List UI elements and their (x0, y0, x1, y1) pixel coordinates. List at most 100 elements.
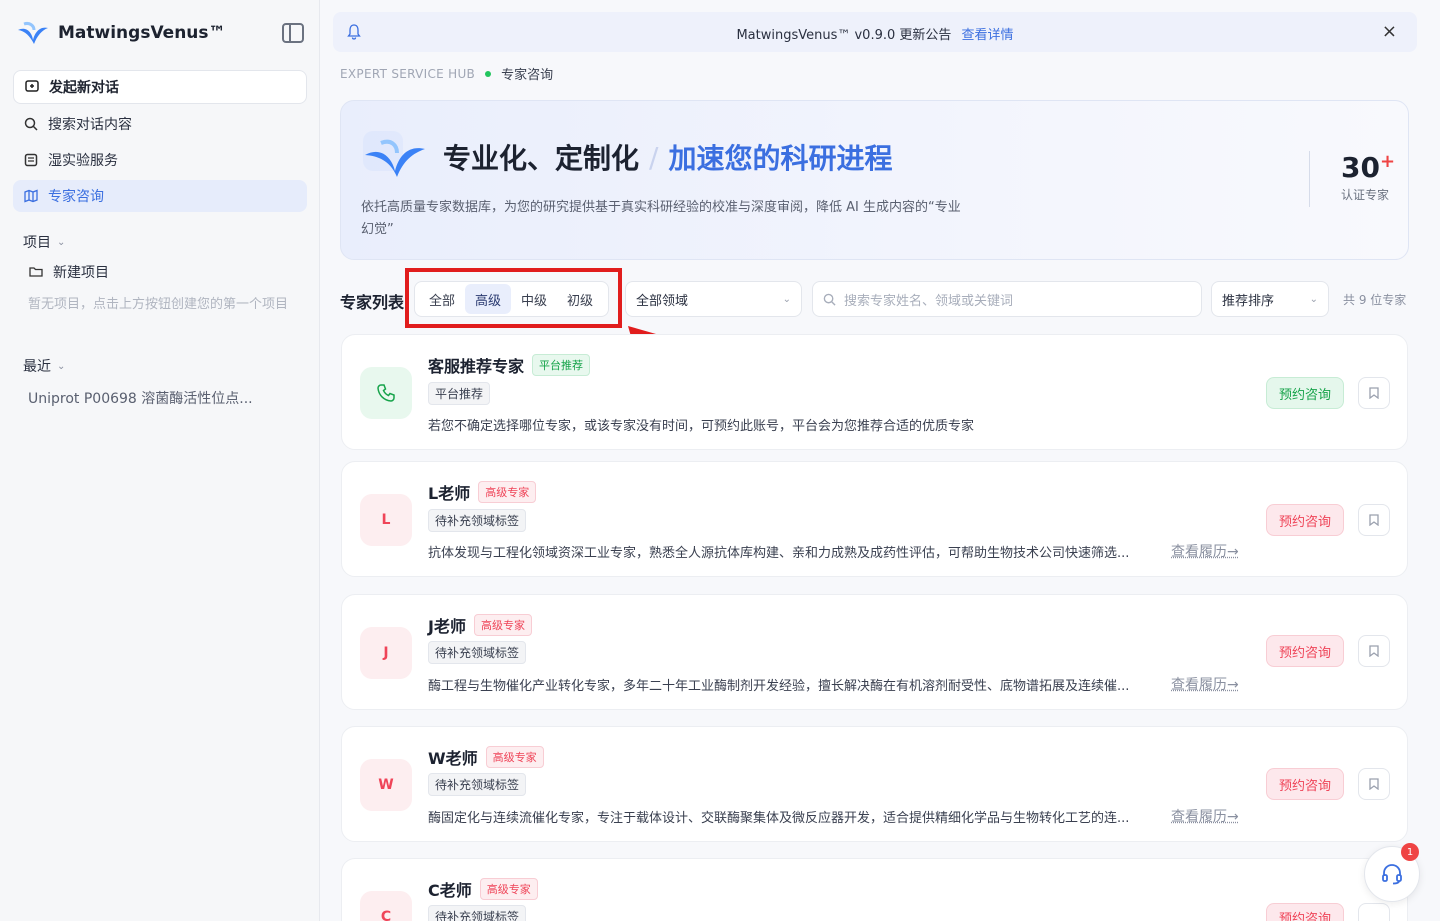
book-consultation-button[interactable]: 预约咨询 (1266, 504, 1344, 536)
folder-add-icon (29, 265, 43, 279)
banner-details-link[interactable]: 查看详情 (962, 28, 1014, 43)
expert-name: 客服推荐专家 (428, 353, 524, 377)
avatar: J (360, 627, 412, 679)
stat-number: 30 (1341, 151, 1380, 184)
new-project-button[interactable]: 新建项目 (13, 256, 307, 288)
search-input[interactable]: 搜索专家姓名、领域或关键词 (812, 281, 1202, 317)
brand[interactable]: MatwingsVenus™ (16, 18, 226, 48)
sort-select[interactable]: 推荐排序 ⌄ (1211, 281, 1329, 317)
sidebar-item-label: 搜索对话内容 (48, 114, 132, 134)
new-chat-label: 发起新对话 (49, 77, 119, 97)
view-resume-link[interactable]: 查看履历→ (1171, 541, 1239, 561)
expert-card[interactable]: J J老师 高级专家 待补充领域标签 酶工程与生物催化产业转化专家，多年二十年工… (341, 594, 1408, 710)
bookmark-icon (1369, 778, 1379, 790)
new-project-label: 新建项目 (53, 262, 109, 282)
expert-tag: 待补充领域标签 (428, 905, 526, 921)
expert-badge: 平台推荐 (532, 354, 590, 376)
expert-badge: 高级专家 (480, 878, 538, 900)
breadcrumb-current: 专家咨询 (501, 64, 553, 83)
expert-description: 若您不确定选择哪位专家，或该专家没有时间，可预约此账号，平台会为您推荐合适的优质… (428, 415, 974, 434)
expert-tag: 待补充领域标签 (428, 641, 526, 664)
expert-badge: 高级专家 (486, 746, 544, 768)
book-consultation-button[interactable]: 预约咨询 (1266, 768, 1344, 800)
book-consultation-button[interactable]: 预约咨询 (1266, 377, 1344, 409)
breadcrumb-root[interactable]: EXPERT SERVICE HUB (340, 67, 475, 81)
brand-logo-icon (16, 18, 50, 48)
bookmark-button[interactable] (1358, 768, 1390, 800)
brand-name: MatwingsVenus™ (58, 23, 226, 43)
expert-stat: 30+ 认证专家 (1341, 151, 1395, 203)
bookmark-icon (1369, 514, 1379, 526)
hero-accent: 加速您的科研进程 (668, 137, 892, 177)
expert-name: J老师 (428, 613, 466, 637)
expert-tag: 待补充领域标签 (428, 773, 526, 796)
recent-item[interactable]: Uniprot P00698 溶菌酶活性位点... (28, 388, 253, 408)
breadcrumb-dot (485, 71, 491, 77)
expert-name: L老师 (428, 480, 470, 504)
expert-tag: 平台推荐 (428, 382, 490, 405)
avatar: W (360, 759, 412, 811)
recent-section-title[interactable]: 最近 ⌄ (23, 356, 65, 376)
expert-list-title: 专家列表 (340, 289, 404, 313)
stat-label: 认证专家 (1341, 186, 1395, 203)
expert-badge: 高级专家 (478, 481, 536, 503)
map-icon (24, 189, 38, 203)
expert-name: C老师 (428, 877, 472, 901)
search-icon (24, 117, 38, 131)
highlight-annotation-box (405, 268, 622, 328)
collapse-sidebar-icon[interactable] (282, 23, 304, 43)
breadcrumb: EXPERT SERVICE HUB 专家咨询 (340, 64, 553, 83)
expert-name: W老师 (428, 745, 478, 769)
domain-select[interactable]: 全部领域 ⌄ (625, 281, 802, 317)
avatar: C (360, 891, 412, 921)
sidebar-item-search[interactable]: 搜索对话内容 (13, 108, 307, 140)
chevron-down-icon: ⌄ (57, 361, 65, 372)
sidebar-item-wet-lab[interactable]: 湿实验服务 (13, 144, 307, 176)
notification-badge: 1 (1401, 843, 1419, 861)
hero-title: 专业化、定制化 / 加速您的科研进程 (443, 137, 892, 177)
banner-text: MatwingsVenus™ v0.9.0 更新公告 (736, 28, 951, 43)
expert-description: 酶固定化与连续流催化专家，专注于载体设计、交联酶聚集体及微反应器开发，适合提供精… (428, 807, 1129, 826)
hero-divider (1309, 151, 1310, 207)
expert-description: 酶工程与生物催化产业转化专家，多年二十年工业酶制剂开发经验，擅长解决酶在有机溶剂… (428, 675, 1129, 694)
search-icon (823, 293, 836, 306)
chevron-down-icon: ⌄ (57, 237, 65, 248)
bookmark-button[interactable] (1358, 635, 1390, 667)
search-placeholder: 搜索专家姓名、领域或关键词 (844, 290, 1013, 309)
expert-card[interactable]: W W老师 高级专家 待补充领域标签 酶固定化与连续流催化专家，专注于载体设计、… (341, 726, 1408, 842)
projects-empty-hint: 暂无项目，点击上方按钮创建您的第一个项目 (28, 294, 303, 315)
book-consultation-button[interactable]: 预约咨询 (1266, 903, 1344, 921)
hero-card: 专业化、定制化 / 加速您的科研进程 依托高质量专家数据库，为您的研究提供基于真… (340, 100, 1409, 260)
hero-description: 依托高质量专家数据库，为您的研究提供基于真实科研经验的校准与深度审阅，降低 AI… (361, 197, 961, 241)
bookmark-button[interactable] (1358, 903, 1390, 921)
headset-icon (1380, 862, 1404, 886)
phone-icon (376, 383, 396, 403)
projects-section-title[interactable]: 项目 ⌄ (23, 232, 65, 252)
document-icon (24, 153, 38, 167)
expert-card[interactable]: 客服推荐专家 平台推荐 平台推荐 若您不确定选择哪位专家，或该专家没有时间，可预… (341, 334, 1408, 450)
close-icon[interactable]: × (1382, 21, 1397, 42)
expert-count: 共 9 位专家 (1343, 291, 1406, 308)
bookmark-icon (1369, 387, 1379, 399)
expert-card[interactable]: L L老师 高级专家 待补充领域标签 抗体发现与工程化领域资深工业专家，熟悉全人… (341, 461, 1408, 577)
update-banner: MatwingsVenus™ v0.9.0 更新公告 查看详情 × (333, 12, 1417, 52)
expert-badge: 高级专家 (474, 614, 532, 636)
sidebar-item-label: 专家咨询 (48, 186, 104, 206)
new-chat-button[interactable]: 发起新对话 (13, 70, 307, 104)
chevron-down-icon: ⌄ (783, 294, 791, 305)
bookmark-icon (1369, 645, 1379, 657)
sidebar-item-expert[interactable]: 专家咨询 (13, 180, 307, 212)
view-resume-link[interactable]: 查看履历→ (1171, 674, 1239, 694)
chevron-down-icon: ⌄ (1310, 294, 1318, 305)
bookmark-button[interactable] (1358, 504, 1390, 536)
avatar: L (360, 494, 412, 546)
view-resume-link[interactable]: 查看履历→ (1171, 806, 1239, 826)
expert-description: 抗体发现与工程化领域资深工业专家，熟悉全人源抗体库构建、亲和力成熟及成药性评估，… (428, 542, 1129, 561)
bookmark-button[interactable] (1358, 377, 1390, 409)
hero-logo-icon (361, 129, 429, 181)
avatar (360, 367, 412, 419)
expert-tag: 待补充领域标签 (428, 509, 526, 532)
stat-plus: + (1380, 151, 1395, 172)
expert-card[interactable]: C C老师 高级专家 待补充领域标签 预约咨询 (341, 858, 1408, 921)
book-consultation-button[interactable]: 预约咨询 (1266, 635, 1344, 667)
